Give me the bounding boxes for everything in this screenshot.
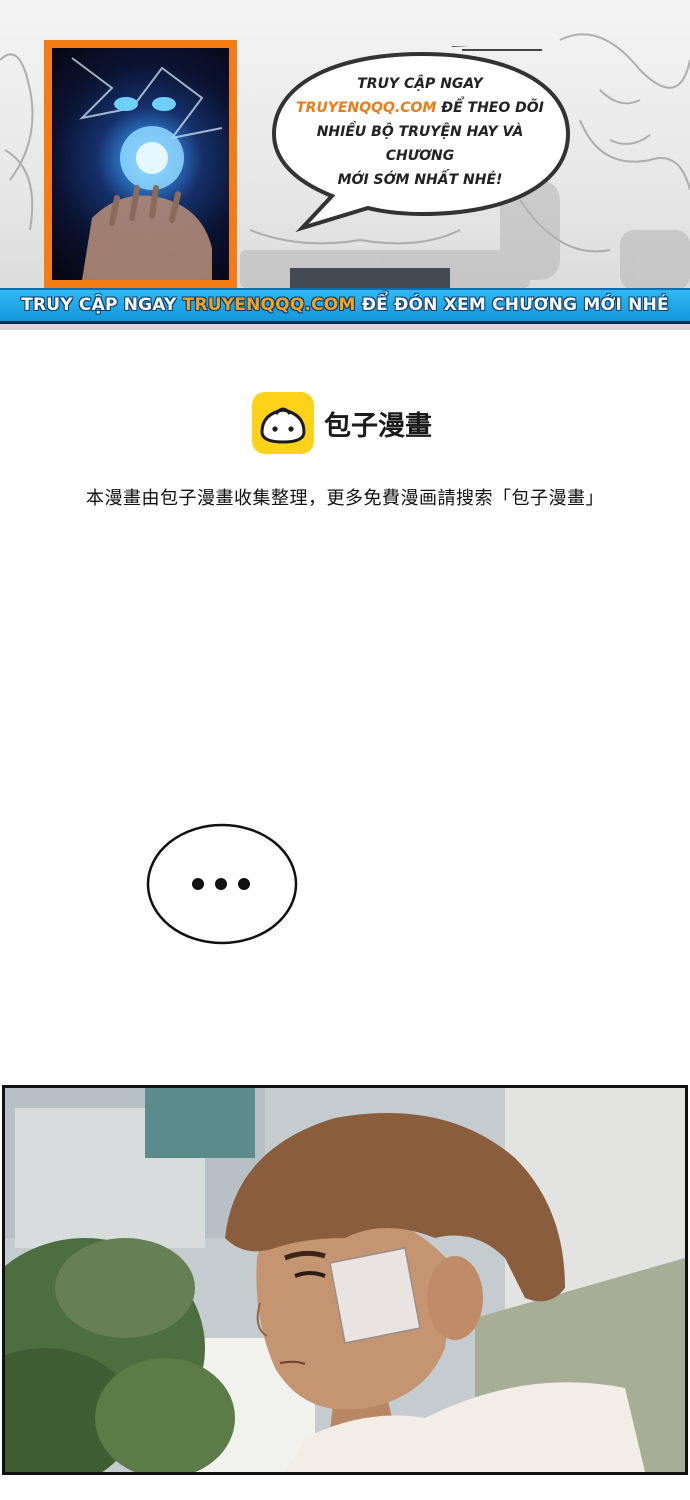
ellipsis-dot <box>215 878 227 890</box>
source-notice: 本漫畫由包子漫畫收集整理，更多免費漫画請搜索「包子漫畫」 <box>86 488 604 509</box>
strip-suffix: ĐỂ ĐÓN XEM CHƯƠNG MỚI NHÉ <box>355 295 669 315</box>
strip-prefix: TRUY CẬP NGAY <box>21 295 183 315</box>
comic-panel <box>2 1085 688 1475</box>
promo-strip[interactable]: TRUY CẬP NGAY TRUYENQQQ.COM ĐỂ ĐÓN XEM C… <box>0 288 690 324</box>
baozi-brand: 包子漫畫 <box>252 392 432 454</box>
ellipsis-dot <box>192 878 204 890</box>
promo-bubble-text: TRUY CẬP NGAY TRUYENQQQ.COM ĐỂ THEO DÕI … <box>282 72 558 192</box>
comic-panel-illustration <box>5 1088 685 1472</box>
ellipsis-bubble-graphic <box>146 823 298 945</box>
promo-banner[interactable]: TRUY CẬP NGAY TRUYENQQQ.COM ĐỂ THEO DÕI … <box>0 0 690 330</box>
steamed-bun-graphic <box>260 407 306 444</box>
strip-site-link[interactable]: TRUYENQQQ.COM <box>183 295 356 315</box>
ellipsis-speech-bubble <box>146 823 300 951</box>
bubble-line-2: TRUYENQQQ.COM ĐỂ THEO DÕI <box>282 96 558 120</box>
brand-name: 包子漫畫 <box>324 410 432 442</box>
bubble-line-1: TRUY CẬP NGAY <box>357 76 483 92</box>
bubble-line-4: MỚI SỚM NHẤT NHÉ! <box>337 172 503 188</box>
ellipsis-dot <box>238 878 250 890</box>
cover-illustration <box>71 57 223 280</box>
cover-artwork <box>52 48 229 280</box>
steamed-bun-logo-icon <box>252 392 314 454</box>
bubble-site-link[interactable]: TRUYENQQQ.COM <box>296 100 436 116</box>
featured-manga-cover[interactable] <box>44 40 237 288</box>
bubble-line-3: NHIỀU BỘ TRUYỆN HAY VÀ CHƯƠNG <box>316 124 524 164</box>
promo-speech-bubble: TRUY CẬP NGAY TRUYENQQQ.COM ĐỂ THEO DÕI … <box>262 46 578 236</box>
bubble-line-2-rest: ĐỂ THEO DÕI <box>436 100 544 116</box>
